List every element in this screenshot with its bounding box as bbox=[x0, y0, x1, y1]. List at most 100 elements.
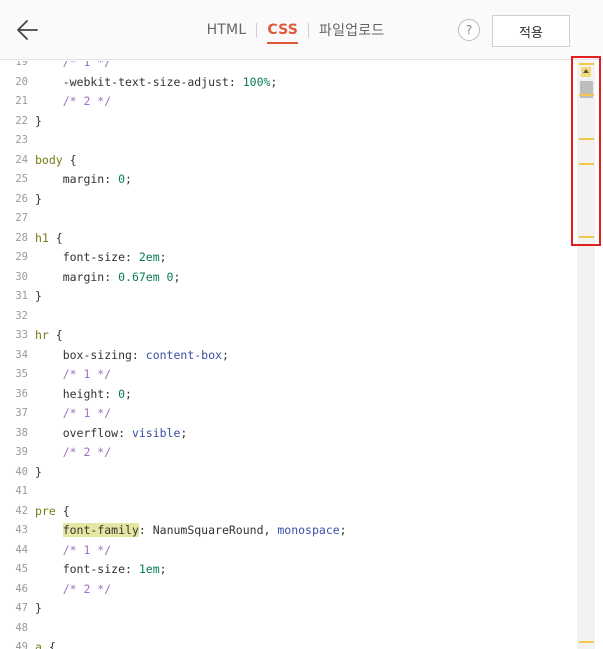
code-token: ; bbox=[180, 425, 188, 440]
code-line[interactable]: 44 /* 1 */ bbox=[0, 541, 577, 561]
code-token: margin: bbox=[35, 269, 119, 284]
code-text: body { bbox=[35, 151, 77, 171]
code-token: h1 bbox=[35, 230, 49, 245]
code-line[interactable]: 47} bbox=[0, 599, 577, 619]
code-token: content-box bbox=[145, 347, 222, 362]
code-token: /* 1 */ bbox=[35, 542, 112, 557]
tab-separator bbox=[256, 22, 258, 38]
code-token: } bbox=[35, 113, 42, 128]
line-number: 48 bbox=[15, 621, 28, 634]
code-token: visible bbox=[131, 425, 181, 440]
code-line[interactable]: 24 body { bbox=[0, 151, 577, 171]
code-text: /* 2 */ bbox=[35, 580, 111, 600]
code-token: ; bbox=[125, 386, 132, 401]
line-number: 28 bbox=[15, 231, 28, 244]
line-number: 19 bbox=[15, 61, 28, 68]
code-text: pre { bbox=[35, 502, 70, 522]
code-text: margin: 0; bbox=[35, 170, 132, 190]
code-editor[interactable]: 19 /* 1 */20 -webkit-text-size-adjust: 1… bbox=[0, 61, 577, 649]
code-line[interactable]: 22} bbox=[0, 112, 577, 132]
line-number: 39 bbox=[15, 446, 28, 458]
code-line[interactable]: 42 pre { bbox=[0, 502, 577, 522]
code-line[interactable]: 26} bbox=[0, 190, 577, 210]
code-line[interactable]: 20 -webkit-text-size-adjust: 100%; bbox=[0, 73, 577, 93]
tab-file-upload[interactable]: 파일업로드 bbox=[319, 16, 384, 44]
code-token: /* 1 */ bbox=[35, 406, 112, 420]
code-token: height: bbox=[35, 386, 119, 401]
line-number: 38 bbox=[15, 426, 28, 439]
line-number: 29 bbox=[15, 251, 28, 263]
code-text: } bbox=[35, 190, 42, 210]
code-line[interactable]: 39 /* 2 */ bbox=[0, 443, 577, 463]
code-line[interactable]: 30 margin: 0.67em 0; bbox=[0, 268, 577, 288]
code-line[interactable]: 45 font-size: 1em; bbox=[0, 560, 577, 580]
line-number: 47 bbox=[15, 602, 28, 614]
code-line[interactable]: 19 /* 1 */ bbox=[0, 61, 577, 73]
code-text: margin: 0.67em 0; bbox=[35, 268, 181, 288]
code-line[interactable]: 40} bbox=[0, 463, 577, 483]
search-match-marker bbox=[579, 138, 594, 140]
code-line[interactable]: 37 /* 1 */ bbox=[0, 404, 577, 424]
line-number: 45 bbox=[15, 563, 28, 575]
code-token: box-sizing: bbox=[35, 347, 146, 362]
code-line[interactable]: 48 bbox=[0, 619, 577, 639]
line-number: 25 bbox=[15, 173, 28, 185]
code-line[interactable]: 41 bbox=[0, 482, 577, 502]
code-line[interactable]: 27 bbox=[0, 209, 577, 229]
line-number: 40 bbox=[15, 465, 28, 478]
tab-separator bbox=[308, 22, 310, 38]
code-line[interactable]: 31} bbox=[0, 287, 577, 307]
code-token: monospace bbox=[277, 523, 340, 537]
search-match-marker bbox=[579, 63, 594, 65]
code-line[interactable]: 36 height: 0; bbox=[0, 385, 577, 405]
line-number: 22 bbox=[15, 114, 28, 127]
tab-html[interactable]: HTML bbox=[207, 18, 247, 42]
code-token: /* 2 */ bbox=[35, 581, 112, 596]
arrow-up-icon[interactable] bbox=[581, 67, 591, 77]
code-token: ; bbox=[270, 74, 278, 89]
line-number: 21 bbox=[15, 95, 28, 107]
code-line[interactable]: 34 box-sizing: content-box; bbox=[0, 346, 577, 366]
code-token: } bbox=[35, 191, 42, 206]
code-text: /* 1 */ bbox=[35, 541, 111, 561]
line-number: 37 bbox=[15, 407, 28, 419]
code-line[interactable]: 23 bbox=[0, 131, 577, 151]
code-token: 2em bbox=[138, 250, 160, 264]
code-token: /* 1 */ bbox=[35, 367, 112, 381]
code-token: { bbox=[41, 640, 56, 649]
code-line[interactable]: 29 font-size: 2em; bbox=[0, 248, 577, 268]
code-line[interactable]: 32 bbox=[0, 307, 577, 327]
code-line[interactable]: 46 /* 2 */ bbox=[0, 580, 577, 600]
arrow-left-icon bbox=[17, 20, 38, 40]
apply-button[interactable]: 적용 bbox=[492, 15, 570, 47]
help-button[interactable]: ? bbox=[458, 19, 480, 41]
code-token: } bbox=[35, 289, 42, 303]
search-match-marker bbox=[579, 163, 594, 165]
code-token: margin: bbox=[35, 172, 119, 186]
line-number: 20 bbox=[15, 75, 28, 88]
code-token: hr bbox=[35, 328, 49, 342]
code-line[interactable]: 28 h1 { bbox=[0, 229, 577, 249]
code-token: body bbox=[35, 152, 63, 167]
line-number: 27 bbox=[15, 212, 28, 224]
code-line[interactable]: 43 font-family: NanumSquareRound, monosp… bbox=[0, 521, 577, 541]
search-match: font-family bbox=[62, 523, 139, 537]
code-token: 1em bbox=[138, 562, 160, 576]
code-text: overflow: visible; bbox=[35, 424, 188, 444]
code-token: 0 bbox=[118, 172, 126, 186]
code-line[interactable]: 49 a { bbox=[0, 638, 577, 649]
line-number: 41 bbox=[15, 485, 28, 497]
editor-scrollbar[interactable] bbox=[577, 61, 595, 649]
back-button[interactable] bbox=[12, 16, 44, 44]
line-number: 44 bbox=[15, 543, 28, 556]
code-line[interactable]: 33 hr { bbox=[0, 326, 577, 346]
question-icon: ? bbox=[465, 23, 473, 37]
code-line[interactable]: 21 /* 2 */ bbox=[0, 92, 577, 112]
code-line[interactable]: 35 /* 1 */ bbox=[0, 365, 577, 385]
code-line[interactable]: 38 overflow: visible; bbox=[0, 424, 577, 444]
line-number: 26 bbox=[15, 192, 28, 205]
line-number: 36 bbox=[15, 387, 28, 400]
tab-css[interactable]: CSS bbox=[267, 18, 298, 44]
code-line[interactable]: 25 margin: 0; bbox=[0, 170, 577, 190]
code-token: pre bbox=[35, 503, 56, 518]
